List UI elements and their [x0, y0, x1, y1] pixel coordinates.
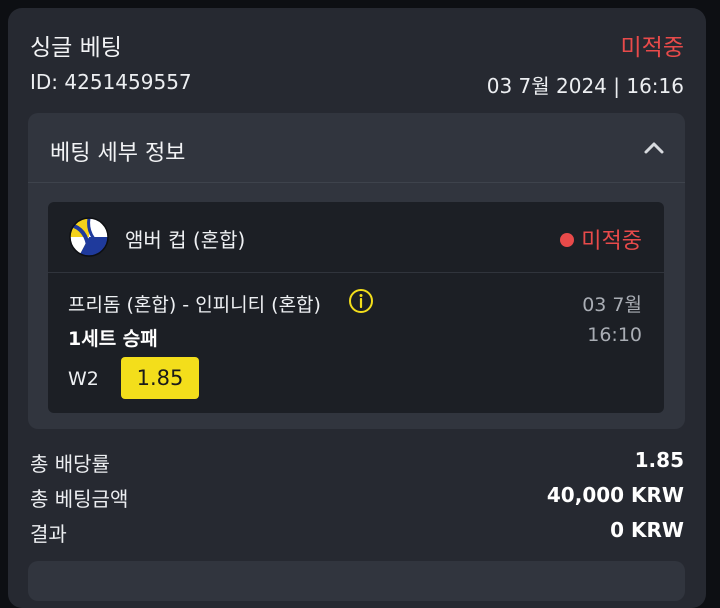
league-name: 앰버 컵 (혼합) [125, 228, 246, 252]
summary-value: 0 KRW [610, 518, 684, 542]
summary-label: 총 배당률 [30, 452, 110, 476]
bet-datetime: 03 7월 2024 | 16:16 [486, 74, 684, 98]
bet-card: 싱글 베팅 미적중 ID: 4251459557 03 7월 2024 | 16… [8, 8, 706, 608]
volleyball-icon [69, 217, 109, 257]
summary-label: 결과 [30, 522, 67, 546]
event-status-label: 미적중 [581, 229, 642, 254]
info-icon[interactable] [348, 288, 374, 314]
event-status: 미적중 [560, 223, 642, 255]
selection-label: W2 [68, 368, 99, 390]
bet-details-panel: 베팅 세부 정보 앰버 컵 (혼합) 미적중 프리돔 (혼합) - 인피니티 (… [28, 113, 685, 429]
chevron-up-icon[interactable] [639, 133, 669, 163]
status-dot-icon [560, 233, 575, 247]
bet-type-title: 싱글 베팅 [30, 35, 122, 61]
bet-details-header[interactable]: 베팅 세부 정보 [28, 113, 685, 183]
event-time: 16:10 [587, 324, 642, 346]
bet-status: 미적중 [620, 35, 684, 61]
next-section-panel [28, 561, 685, 601]
odds-badge: 1.85 [121, 357, 199, 399]
bet-details-title: 베팅 세부 정보 [50, 141, 186, 166]
event-card: 앰버 컵 (혼합) 미적중 프리돔 (혼합) - 인피니티 (혼합) 03 7월… [48, 202, 664, 413]
match-teams: 프리돔 (혼합) - 인피니티 (혼합) [68, 294, 321, 316]
event-header: 앰버 컵 (혼합) 미적중 [48, 202, 664, 273]
market-name: 1세트 승패 [68, 328, 158, 350]
bet-id: ID: 4251459557 [30, 70, 192, 94]
summary-label: 총 베팅금액 [30, 487, 129, 511]
summary-value: 1.85 [634, 448, 684, 472]
event-date: 03 7월 [582, 294, 642, 316]
summary-value: 40,000 KRW [546, 483, 684, 507]
